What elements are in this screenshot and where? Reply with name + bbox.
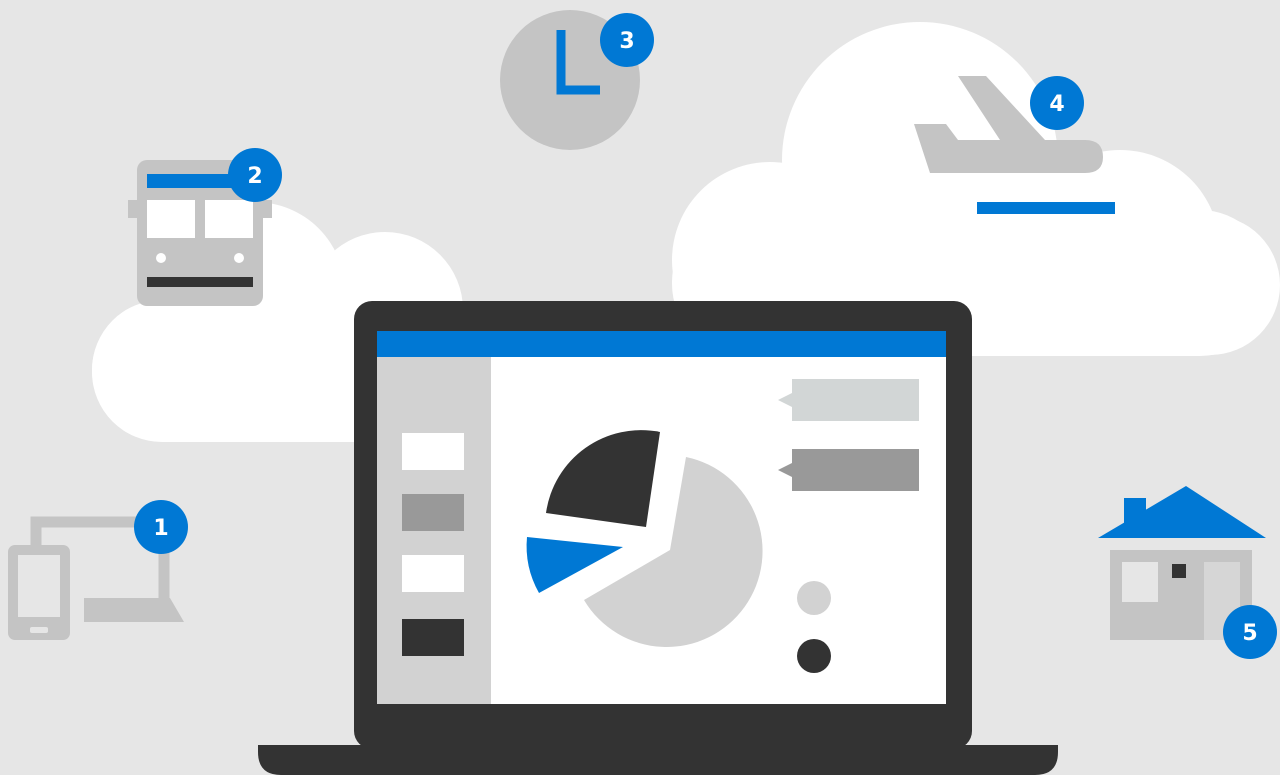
- plane-underline: [977, 202, 1115, 214]
- sidebar-item-2: [402, 494, 464, 531]
- badge-devices-number: 1: [153, 516, 168, 541]
- badge-bus-number: 2: [247, 164, 262, 189]
- sidebar-item-3: [402, 555, 464, 592]
- laptop: [258, 301, 1058, 775]
- callout-dark: [778, 449, 919, 491]
- badge-plane: 4: [1030, 76, 1084, 130]
- badge-clock-number: 3: [619, 29, 634, 54]
- badge-house-number: 5: [1242, 621, 1257, 646]
- callout-light: [778, 379, 919, 421]
- illustration-scene: 3 2 4 1 5: [8, 10, 1280, 775]
- badge-plane-number: 4: [1049, 92, 1064, 117]
- laptop-screen: [377, 331, 946, 704]
- sidebar-item-1: [402, 433, 464, 470]
- laptop-base: [258, 745, 1058, 775]
- legend-dot-light: [797, 581, 831, 615]
- badge-devices: 1: [134, 500, 188, 554]
- badge-bus: 2: [228, 148, 282, 202]
- badge-house: 5: [1223, 605, 1277, 659]
- badge-clock: 3: [600, 13, 654, 67]
- app-title-bar: [377, 331, 946, 357]
- legend-dot-dark: [797, 639, 831, 673]
- sidebar-item-4: [402, 619, 464, 656]
